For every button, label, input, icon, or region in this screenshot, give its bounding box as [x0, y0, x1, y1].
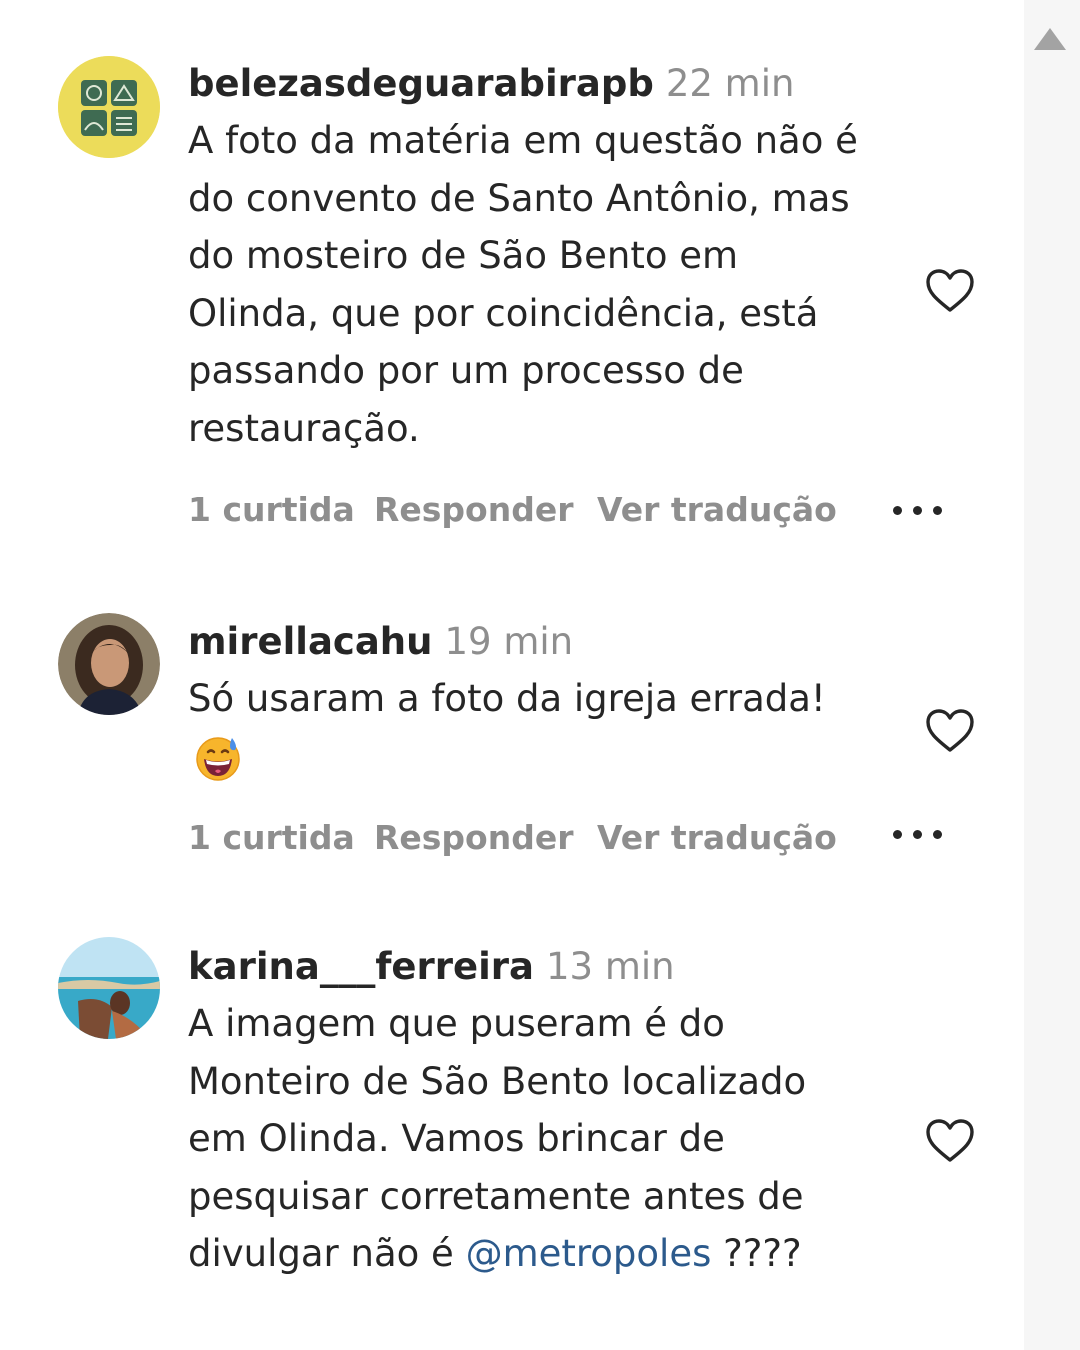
comment-text-line: passando por um processo de — [188, 349, 744, 392]
avatar[interactable] — [58, 613, 160, 715]
comment-text-line: do convento de Santo Antônio, mas — [188, 176, 850, 220]
comment-username[interactable]: mirellacahu — [188, 620, 433, 663]
scrollbar-track[interactable] — [1024, 0, 1080, 1350]
more-options-icon[interactable] — [893, 506, 945, 516]
avatar-photo-icon — [58, 613, 160, 715]
comment-text-line: Olinda, que por coincidência, está — [188, 291, 819, 335]
scroll-up-arrow-icon[interactable] — [1034, 28, 1066, 50]
comment-timestamp[interactable]: 13 min — [546, 945, 675, 988]
like-heart-icon[interactable] — [925, 1118, 975, 1164]
comment-text-line: restauração. — [188, 406, 420, 450]
comment-text-line: A foto da matéria em questão não é — [188, 119, 858, 162]
comment-timestamp[interactable]: 22 min — [666, 62, 795, 105]
comment-username[interactable]: belezasdeguarabirapb — [188, 62, 654, 105]
comment-text-line: em Olinda. Vamos brincar de — [188, 1117, 725, 1160]
avatar[interactable] — [58, 937, 160, 1039]
comment-text-line: Só usaram a foto da igreja errada! — [188, 677, 826, 720]
comment-username[interactable]: karina___ferreira — [188, 945, 534, 988]
avatar[interactable] — [58, 56, 160, 158]
comment-text-segment: ???? — [711, 1232, 802, 1275]
comment-text-segment: divulgar não é — [188, 1232, 466, 1275]
likes-count[interactable]: 1 curtida — [188, 818, 355, 857]
comment-text: A imagem que puseram é do Monteiro de Sã… — [188, 995, 918, 1283]
comment-text: Só usaram a foto da igreja errada! — [188, 670, 918, 785]
comment-text-line: do mosteiro de São Bento em — [188, 234, 739, 277]
avatar-logo-icon — [58, 56, 160, 158]
grinning-sweat-emoji-icon — [196, 737, 240, 781]
comment-text-line — [188, 728, 918, 786]
avatar-photo-icon — [58, 937, 160, 1039]
likes-count[interactable]: 1 curtida — [188, 490, 355, 529]
translate-button[interactable]: Ver tradução — [597, 490, 837, 529]
mention-link[interactable]: @metropoles — [466, 1232, 712, 1275]
like-heart-icon[interactable] — [925, 708, 975, 754]
comment-text-line: Monteiro de São Bento localizado — [188, 1059, 807, 1103]
reply-button[interactable]: Responder — [374, 490, 574, 529]
translate-button[interactable]: Ver tradução — [597, 818, 837, 857]
comment-text-line: divulgar não é @metropoles ???? — [188, 1225, 918, 1283]
reply-button[interactable]: Responder — [374, 818, 574, 857]
comment-text: A foto da matéria em questão não é do co… — [188, 112, 918, 457]
like-heart-icon[interactable] — [925, 268, 975, 314]
comment-timestamp[interactable]: 19 min — [445, 620, 574, 663]
comment-text-line: pesquisar corretamente antes de — [188, 1174, 804, 1218]
more-options-icon[interactable] — [893, 830, 945, 840]
comment-text-line: A imagem que puseram é do — [188, 1002, 725, 1045]
